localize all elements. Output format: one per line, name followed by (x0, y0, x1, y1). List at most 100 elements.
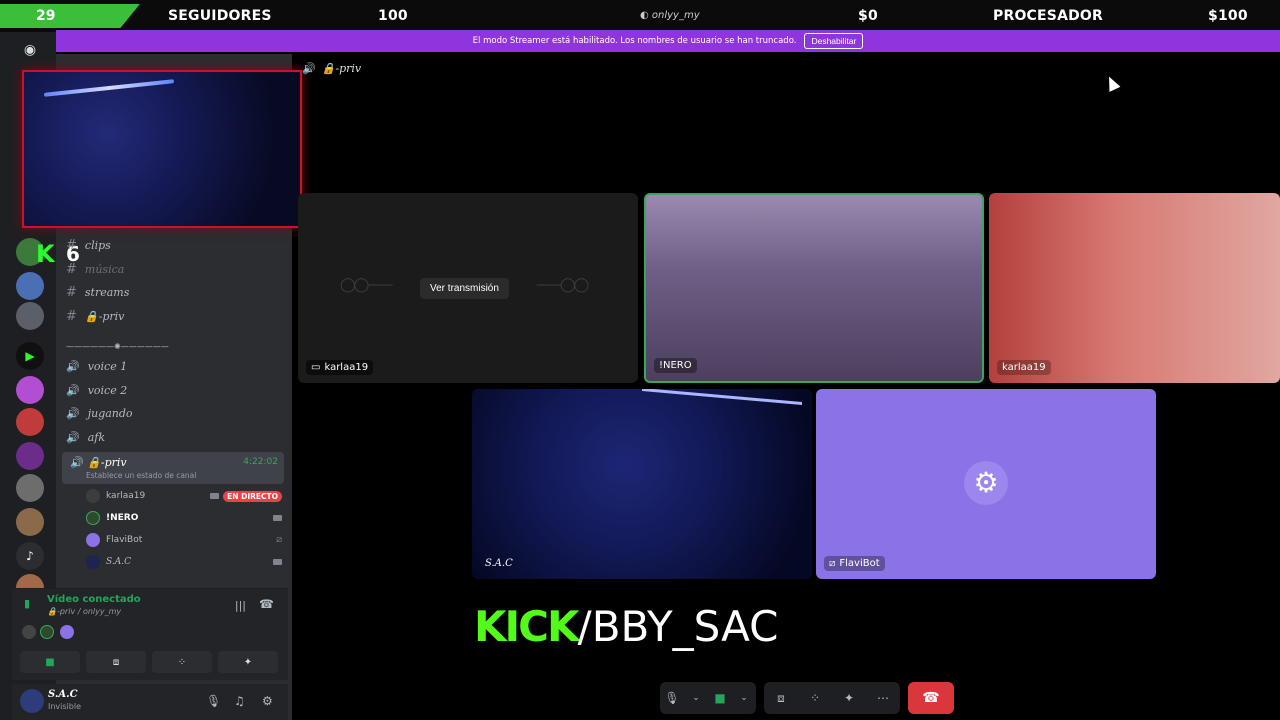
speaker-icon: 🔊 (66, 384, 80, 397)
voice-channel-1[interactable]: 🔊 voice 1 (66, 360, 127, 373)
disconnect-icon[interactable]: ☎ (259, 597, 274, 611)
video-tile[interactable]: !NERO (644, 193, 984, 383)
decoration-glasses-icon: ——◯◯ (536, 277, 589, 293)
mic-icon[interactable]: 🎙 (206, 694, 221, 708)
server-icon[interactable] (16, 508, 44, 536)
screen-share-button[interactable]: ⧈ (86, 651, 146, 673)
decoration-glasses-icon: ◯◯—— (340, 277, 393, 293)
server-icon[interactable] (16, 408, 44, 436)
active-channel-name-text: 🔒-priv (87, 456, 127, 469)
member-name: S.A.C (106, 557, 131, 567)
stream-icon: ⧄ (829, 558, 836, 569)
streamer-mode-banner: El modo Streamer está habilitado. Los no… (56, 30, 1280, 52)
soundboard-button[interactable]: ✦ (218, 651, 278, 673)
noise-suppression-icon[interactable]: ||| (235, 599, 246, 612)
camera-button[interactable]: ■ (20, 651, 80, 673)
voice-channel-2[interactable]: 🔊 voice 2 (66, 384, 127, 397)
chevron-down-icon[interactable]: ⌄ (685, 693, 707, 703)
call-channel-title: 🔒-priv (321, 62, 362, 75)
watch-stream-button[interactable]: Ver transmisión (420, 278, 509, 299)
server-icon[interactable]: ♪ (16, 542, 44, 570)
streamer-mode-text: El modo Streamer está habilitado. Los no… (472, 36, 797, 46)
video-tile[interactable]: karlaa19 (989, 193, 1280, 383)
speaker-icon: 🔊 (302, 62, 316, 75)
soundboard-icon[interactable]: ✦ (838, 691, 860, 705)
screen: 29 SEGUIDORES 100 ◐ onlyy_my $0 PROCESAD… (0, 0, 1280, 720)
mic-icon[interactable]: 🎙 (661, 691, 683, 705)
webcam-overlay (22, 70, 302, 228)
server-icon[interactable] (16, 302, 44, 330)
processor-label: PROCESADOR (993, 8, 1104, 24)
avatar (60, 625, 74, 639)
activities-icon[interactable]: ⁘ (804, 691, 826, 705)
activities-button[interactable]: ⁘ (152, 651, 212, 673)
server-icon[interactable] (16, 272, 44, 300)
signal-icon: ▮ (24, 597, 31, 610)
more-icon[interactable]: ⋯ (872, 691, 894, 705)
speaker-icon: 🔊 (66, 431, 80, 444)
channel-streams[interactable]: # streams (66, 285, 129, 300)
channel-label: clips (84, 239, 111, 252)
voice-member[interactable]: !NERO (86, 509, 282, 527)
tile-label-text: FlaviBot (839, 558, 880, 569)
voice-channel-afk[interactable]: 🔊 afk (66, 431, 105, 444)
gear-icon[interactable]: ⚙ (262, 694, 273, 708)
voice-member[interactable]: FlaviBot ⧄ (86, 531, 282, 549)
money-amount: $0 (858, 8, 878, 24)
active-voice-channel[interactable]: 🔊 🔒-priv 4:22:02 Establece un estado de … (62, 452, 284, 484)
channel-music[interactable]: # música (66, 262, 124, 277)
voice-status-title[interactable]: Vídeo conectado (47, 594, 141, 605)
channel-priv-text[interactable]: # 🔒-priv (66, 309, 124, 324)
member-name: !NERO (106, 513, 139, 523)
screen-share-icon[interactable]: ⧈ (770, 691, 792, 706)
voice-member[interactable]: S.A.C (86, 553, 282, 571)
speaker-icon: 🔊 (70, 456, 84, 469)
chevron-down-icon[interactable]: ⌄ (733, 693, 755, 703)
hash-icon: # (66, 238, 77, 253)
soundboard-icon: ✦ (243, 656, 253, 668)
channel-label: 🔒-priv (84, 310, 125, 323)
kick-channel-overlay: KICK/BBY_SAC (474, 602, 778, 651)
av-controls: 🎙 ⌄ ■ ⌄ (660, 682, 756, 714)
followers-count: 29 (36, 8, 56, 24)
server-icon[interactable] (16, 474, 44, 502)
video-tile[interactable]: S.A.C (472, 389, 812, 579)
member-name: FlaviBot (106, 535, 143, 545)
hash-icon: # (66, 309, 77, 324)
channel-clips[interactable]: # clips (66, 238, 111, 253)
handle-text: onlyy_my (651, 10, 700, 21)
server-icon[interactable] (16, 376, 44, 404)
server-icon[interactable] (16, 442, 44, 470)
voice-member[interactable]: karlaa19 EN DIRECTO (86, 487, 282, 505)
hang-up-icon: ☎ (922, 690, 940, 706)
discord-home-icon[interactable]: ◉ (16, 36, 44, 64)
channel-label: música (84, 263, 125, 276)
stream-stats-overlay: 29 SEGUIDORES 100 ◐ onlyy_my $0 PROCESAD… (0, 0, 1280, 32)
avatar[interactable] (20, 689, 44, 713)
kick-path: /BBY_SAC (577, 602, 779, 651)
screen-share-icon: ⧈ (112, 656, 120, 668)
tile-label-text: S.A.C (485, 558, 513, 569)
channel-label: jugando (87, 407, 133, 420)
live-badge: EN DIRECTO (223, 490, 282, 502)
camera-icon (273, 559, 282, 565)
video-tile[interactable]: ⚙ ⧄ FlaviBot (816, 389, 1156, 579)
kick-server-icon[interactable]: ▶ (16, 342, 44, 370)
led-strip (642, 389, 802, 405)
voice-channel-jugando[interactable]: 🔊 jugando (66, 407, 133, 420)
followers-label: SEGUIDORES (168, 8, 272, 24)
money-goal: $100 (1208, 8, 1248, 24)
followers-count-badge: 29 (0, 4, 140, 28)
disable-streamer-mode-button[interactable]: Deshabilitar (804, 33, 864, 49)
channel-status-prompt[interactable]: Establece un estado de canal (86, 471, 196, 480)
camera-icon[interactable]: ■ (709, 691, 731, 705)
voice-connection-panel: ▮ Vídeo conectado 🔒-priv / onlyy_my ||| … (12, 588, 288, 680)
disconnect-button[interactable]: ☎ (908, 682, 954, 714)
voice-category[interactable]: ——————✺—————— (66, 342, 169, 351)
tile-label-text: !NERO (659, 360, 692, 371)
flavibot-avatar-icon: ⚙ (964, 461, 1008, 505)
kick-wordmark: KICK (474, 602, 580, 651)
headphones-icon[interactable]: ♫ (234, 694, 245, 708)
tile-label: ⧄ FlaviBot (824, 556, 885, 571)
hash-icon: # (66, 262, 77, 277)
